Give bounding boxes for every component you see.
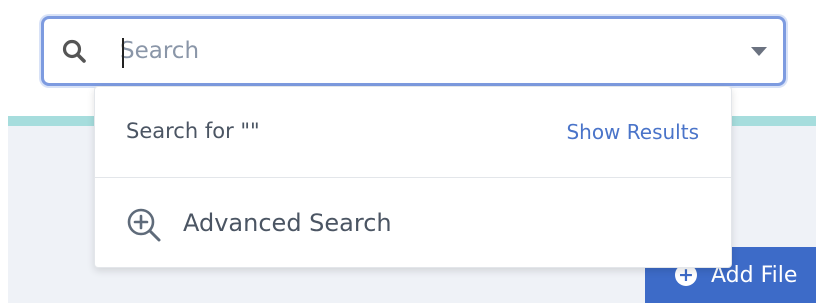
zoom-in-icon [127,208,161,242]
search-icon [62,39,86,63]
search-for-row[interactable]: Search for "" Show Results [95,87,731,178]
show-results-link[interactable]: Show Results [566,120,699,144]
advanced-search-label: Advanced Search [183,209,392,237]
text-caret [122,38,124,68]
search-dropdown: Search for "" Show Results Advanced Sear… [94,86,732,268]
chevron-down-icon[interactable] [751,47,767,56]
advanced-search-item[interactable]: Advanced Search [95,179,731,269]
stage: + Add File Search for "" Show Results Ad… [0,0,816,303]
search-input[interactable] [120,27,720,75]
search-box[interactable] [41,16,786,86]
search-for-label: Search for "" [126,119,260,143]
